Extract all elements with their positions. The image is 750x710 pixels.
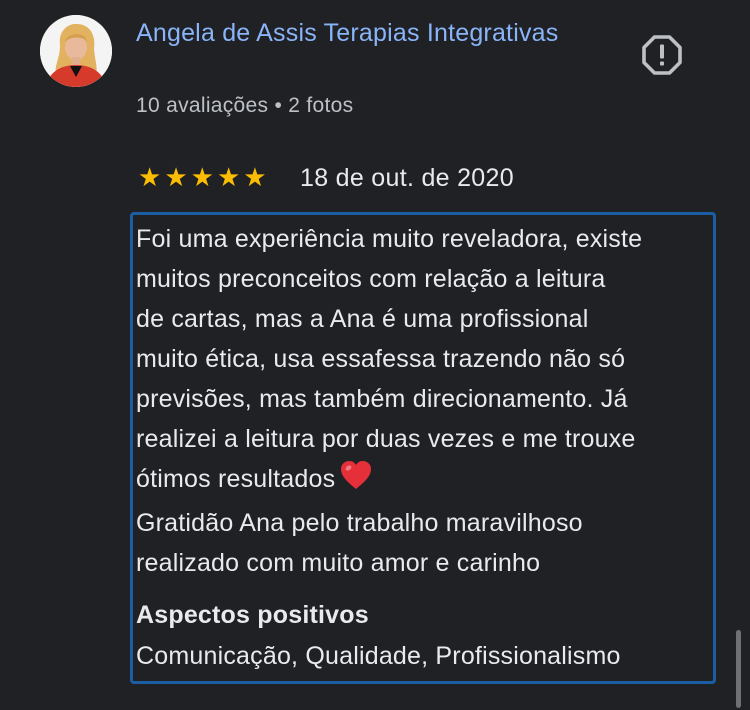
review-line: ótimos resultados	[136, 465, 336, 493]
report-flag-icon	[642, 35, 682, 75]
positive-aspects-title: Aspectos positivos	[136, 601, 369, 629]
positive-aspects-values: Comunicação, Qualidade, Profissionalismo	[136, 642, 621, 670]
review-line: muitos preconceitos com relação a leitur…	[136, 265, 606, 293]
star-icon: ★	[216, 162, 241, 192]
review-line: Gratidão Ana pelo trabalho maravilhoso	[136, 509, 583, 537]
avatar-photo	[40, 15, 112, 87]
author-avatar[interactable]	[40, 15, 112, 87]
review-line: realizado com muito amor e carinho	[136, 549, 541, 577]
heart-icon	[339, 459, 373, 503]
review-date: 18 de out. de 2020	[300, 164, 514, 192]
review-line-with-heart: ótimos resultados	[136, 459, 711, 503]
star-rating: ★ ★ ★ ★ ★	[138, 162, 267, 192]
scrollbar-thumb[interactable]	[736, 630, 741, 708]
review-line: muito ética, usa essafessa trazendo não …	[136, 345, 626, 373]
report-review-button[interactable]	[641, 34, 683, 76]
review-line: realizei a leitura por duas vezes e me t…	[136, 425, 636, 453]
author-name-link[interactable]: Angela de Assis Terapias Integrativas	[136, 14, 586, 52]
star-icon: ★	[138, 162, 162, 192]
review-line: previsões, mas também direcionamento. Já	[136, 385, 628, 413]
review-line: de cartas, mas a Ana é uma profissional	[136, 305, 589, 333]
star-icon: ★	[164, 162, 188, 192]
review-line: Foi uma experiência muito reveladora, ex…	[136, 225, 643, 253]
star-icon: ★	[243, 162, 267, 192]
author-review-count: 10 avaliações • 2 fotos	[136, 94, 354, 117]
star-icon: ★	[190, 162, 214, 192]
review-text: Foi uma experiência muito reveladora, ex…	[136, 219, 711, 583]
